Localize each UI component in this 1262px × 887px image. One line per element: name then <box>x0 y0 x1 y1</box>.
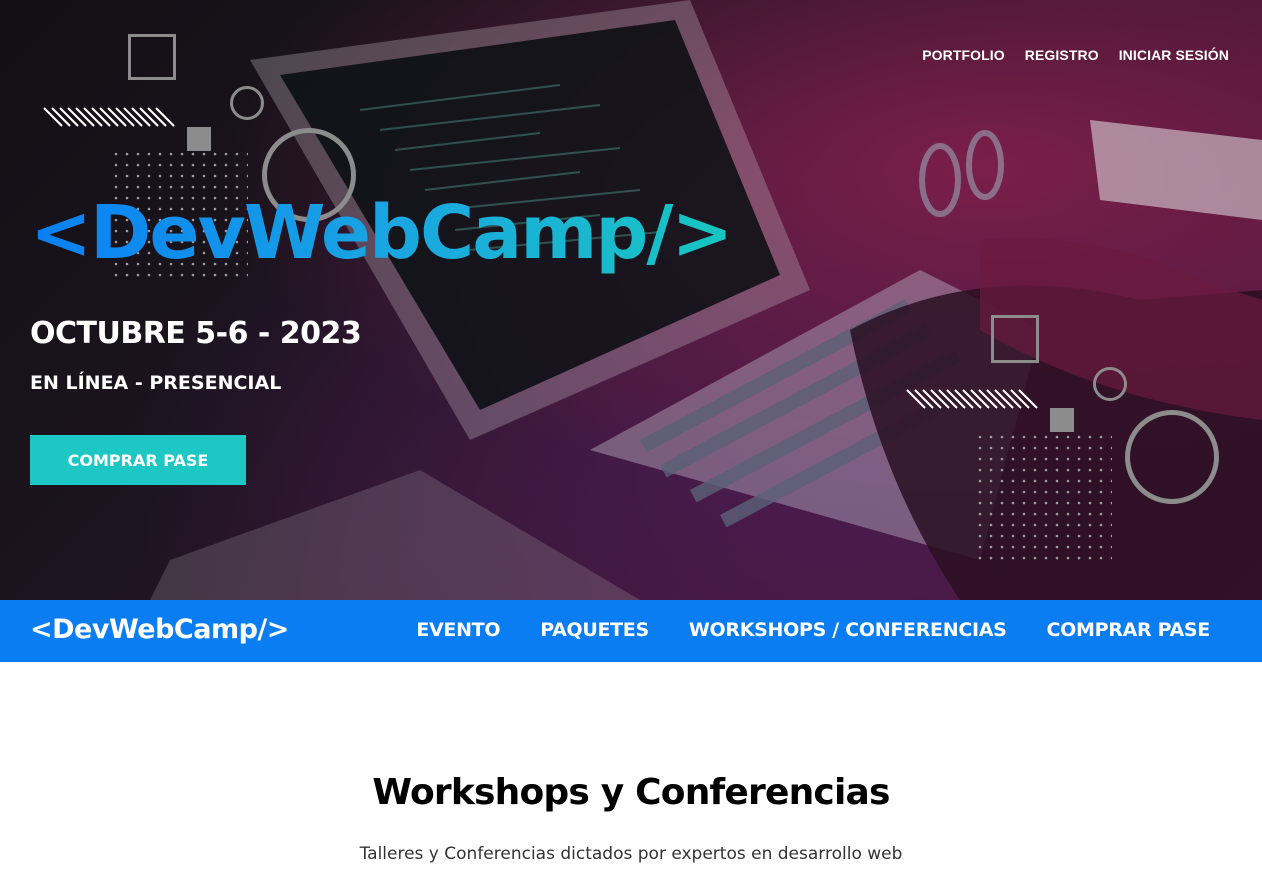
main-navigation: EVENTO PAQUETES WORKSHOPS / CONFERENCIAS… <box>416 619 1210 641</box>
buy-pass-button[interactable]: COMPRAR PASE <box>30 435 246 485</box>
decorative-small-circle-right <box>1093 367 1127 401</box>
decorative-filled-square <box>187 127 211 151</box>
decorative-square-outline-right <box>991 315 1039 363</box>
event-date: OCTUBRE 5-6 - 2023 <box>30 316 362 351</box>
nav-link-registro[interactable]: REGISTRO <box>1025 47 1099 63</box>
nav-link-workshops-conferencias[interactable]: WORKSHOPS / CONFERENCIAS <box>689 619 1007 641</box>
bar-logo[interactable]: <DevWebCamp/> <box>30 614 289 645</box>
nav-link-portfolio[interactable]: PORTFOLIO <box>922 47 1005 63</box>
hero-logo: <DevWebCamp/> <box>30 190 733 276</box>
decorative-square-outline <box>128 34 176 80</box>
decorative-small-circle <box>230 86 264 120</box>
main-navigation-bar: <DevWebCamp/> EVENTO PAQUETES WORKSHOPS … <box>0 600 1262 662</box>
section-title: Workshops y Conferencias <box>372 772 890 813</box>
hero-header: PORTFOLIO REGISTRO INICIAR SESIÓN <DevWe… <box>0 0 1262 600</box>
nav-link-evento[interactable]: EVENTO <box>416 619 500 641</box>
nav-link-iniciar-sesion[interactable]: INICIAR SESIÓN <box>1119 47 1229 63</box>
nav-link-paquetes[interactable]: PAQUETES <box>540 619 649 641</box>
event-modality: EN LÍNEA - PRESENCIAL <box>30 372 282 394</box>
decorative-filled-square-right <box>1050 408 1074 432</box>
section-subtitle: Talleres y Conferencias dictados por exp… <box>359 844 903 864</box>
decorative-stripes-right <box>906 389 1038 409</box>
decorative-stripes <box>43 107 175 127</box>
decorative-large-circle-right <box>1125 410 1219 504</box>
nav-link-comprar-pase[interactable]: COMPRAR PASE <box>1047 619 1211 641</box>
top-navigation: PORTFOLIO REGISTRO INICIAR SESIÓN <box>922 47 1229 63</box>
decorative-dot-grid-right <box>978 435 1112 565</box>
